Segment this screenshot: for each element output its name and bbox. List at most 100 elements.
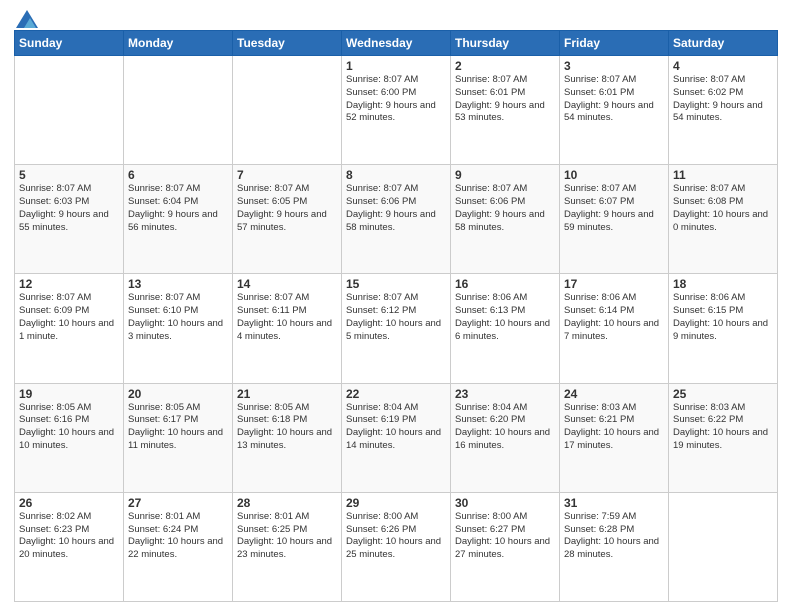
- day-info: Sunrise: 8:07 AM Sunset: 6:04 PM Dayligh…: [128, 183, 228, 234]
- calendar-cell: 15Sunrise: 8:07 AM Sunset: 6:12 PM Dayli…: [342, 274, 451, 383]
- day-info: Sunrise: 8:05 AM Sunset: 6:18 PM Dayligh…: [237, 402, 337, 453]
- day-number: 17: [564, 277, 664, 291]
- calendar-cell: 27Sunrise: 8:01 AM Sunset: 6:24 PM Dayli…: [124, 492, 233, 601]
- calendar-cell: 2Sunrise: 8:07 AM Sunset: 6:01 PM Daylig…: [451, 56, 560, 165]
- day-info: Sunrise: 8:07 AM Sunset: 6:09 PM Dayligh…: [19, 292, 119, 343]
- weekday-header-monday: Monday: [124, 31, 233, 56]
- day-info: Sunrise: 8:07 AM Sunset: 6:00 PM Dayligh…: [346, 74, 446, 125]
- calendar-cell: 18Sunrise: 8:06 AM Sunset: 6:15 PM Dayli…: [669, 274, 778, 383]
- calendar-cell: 14Sunrise: 8:07 AM Sunset: 6:11 PM Dayli…: [233, 274, 342, 383]
- calendar-cell: 5Sunrise: 8:07 AM Sunset: 6:03 PM Daylig…: [15, 165, 124, 274]
- weekday-header-thursday: Thursday: [451, 31, 560, 56]
- calendar-cell: 16Sunrise: 8:06 AM Sunset: 6:13 PM Dayli…: [451, 274, 560, 383]
- calendar-cell: 7Sunrise: 8:07 AM Sunset: 6:05 PM Daylig…: [233, 165, 342, 274]
- weekday-header-sunday: Sunday: [15, 31, 124, 56]
- day-info: Sunrise: 8:07 AM Sunset: 6:05 PM Dayligh…: [237, 183, 337, 234]
- day-info: Sunrise: 8:00 AM Sunset: 6:26 PM Dayligh…: [346, 511, 446, 562]
- day-info: Sunrise: 8:07 AM Sunset: 6:08 PM Dayligh…: [673, 183, 773, 234]
- day-number: 6: [128, 168, 228, 182]
- week-row-2: 5Sunrise: 8:07 AM Sunset: 6:03 PM Daylig…: [15, 165, 778, 274]
- calendar-cell: 22Sunrise: 8:04 AM Sunset: 6:19 PM Dayli…: [342, 383, 451, 492]
- day-number: 5: [19, 168, 119, 182]
- day-number: 10: [564, 168, 664, 182]
- day-info: Sunrise: 8:07 AM Sunset: 6:01 PM Dayligh…: [455, 74, 555, 125]
- calendar-cell: 20Sunrise: 8:05 AM Sunset: 6:17 PM Dayli…: [124, 383, 233, 492]
- calendar-cell: 13Sunrise: 8:07 AM Sunset: 6:10 PM Dayli…: [124, 274, 233, 383]
- day-number: 23: [455, 387, 555, 401]
- day-number: 27: [128, 496, 228, 510]
- day-number: 16: [455, 277, 555, 291]
- day-number: 26: [19, 496, 119, 510]
- day-info: Sunrise: 8:01 AM Sunset: 6:25 PM Dayligh…: [237, 511, 337, 562]
- day-info: Sunrise: 8:07 AM Sunset: 6:03 PM Dayligh…: [19, 183, 119, 234]
- day-number: 13: [128, 277, 228, 291]
- calendar-cell: 17Sunrise: 8:06 AM Sunset: 6:14 PM Dayli…: [560, 274, 669, 383]
- header: [14, 10, 778, 24]
- day-number: 9: [455, 168, 555, 182]
- calendar-cell: 10Sunrise: 8:07 AM Sunset: 6:07 PM Dayli…: [560, 165, 669, 274]
- day-number: 11: [673, 168, 773, 182]
- calendar-cell: 12Sunrise: 8:07 AM Sunset: 6:09 PM Dayli…: [15, 274, 124, 383]
- calendar-cell: [124, 56, 233, 165]
- page: SundayMondayTuesdayWednesdayThursdayFrid…: [0, 0, 792, 612]
- day-number: 19: [19, 387, 119, 401]
- calendar-cell: 31Sunrise: 7:59 AM Sunset: 6:28 PM Dayli…: [560, 492, 669, 601]
- calendar-cell: 26Sunrise: 8:02 AM Sunset: 6:23 PM Dayli…: [15, 492, 124, 601]
- calendar-cell: 4Sunrise: 8:07 AM Sunset: 6:02 PM Daylig…: [669, 56, 778, 165]
- calendar-cell: 6Sunrise: 8:07 AM Sunset: 6:04 PM Daylig…: [124, 165, 233, 274]
- day-info: Sunrise: 8:07 AM Sunset: 6:10 PM Dayligh…: [128, 292, 228, 343]
- calendar-cell: 9Sunrise: 8:07 AM Sunset: 6:06 PM Daylig…: [451, 165, 560, 274]
- day-number: 22: [346, 387, 446, 401]
- week-row-3: 12Sunrise: 8:07 AM Sunset: 6:09 PM Dayli…: [15, 274, 778, 383]
- day-info: Sunrise: 8:07 AM Sunset: 6:07 PM Dayligh…: [564, 183, 664, 234]
- day-number: 18: [673, 277, 773, 291]
- day-number: 28: [237, 496, 337, 510]
- weekday-header-friday: Friday: [560, 31, 669, 56]
- calendar-cell: 24Sunrise: 8:03 AM Sunset: 6:21 PM Dayli…: [560, 383, 669, 492]
- calendar-cell: 28Sunrise: 8:01 AM Sunset: 6:25 PM Dayli…: [233, 492, 342, 601]
- day-info: Sunrise: 8:01 AM Sunset: 6:24 PM Dayligh…: [128, 511, 228, 562]
- day-number: 7: [237, 168, 337, 182]
- day-number: 4: [673, 59, 773, 73]
- day-number: 31: [564, 496, 664, 510]
- day-info: Sunrise: 7:59 AM Sunset: 6:28 PM Dayligh…: [564, 511, 664, 562]
- logo-icon: [16, 10, 38, 28]
- day-number: 15: [346, 277, 446, 291]
- week-row-5: 26Sunrise: 8:02 AM Sunset: 6:23 PM Dayli…: [15, 492, 778, 601]
- day-info: Sunrise: 8:07 AM Sunset: 6:06 PM Dayligh…: [346, 183, 446, 234]
- day-info: Sunrise: 8:07 AM Sunset: 6:02 PM Dayligh…: [673, 74, 773, 125]
- day-number: 2: [455, 59, 555, 73]
- calendar-cell: 19Sunrise: 8:05 AM Sunset: 6:16 PM Dayli…: [15, 383, 124, 492]
- calendar-cell: 25Sunrise: 8:03 AM Sunset: 6:22 PM Dayli…: [669, 383, 778, 492]
- calendar-cell: 23Sunrise: 8:04 AM Sunset: 6:20 PM Dayli…: [451, 383, 560, 492]
- weekday-header-tuesday: Tuesday: [233, 31, 342, 56]
- day-info: Sunrise: 8:07 AM Sunset: 6:01 PM Dayligh…: [564, 74, 664, 125]
- day-info: Sunrise: 8:04 AM Sunset: 6:20 PM Dayligh…: [455, 402, 555, 453]
- calendar-cell: 30Sunrise: 8:00 AM Sunset: 6:27 PM Dayli…: [451, 492, 560, 601]
- day-number: 29: [346, 496, 446, 510]
- day-info: Sunrise: 8:07 AM Sunset: 6:12 PM Dayligh…: [346, 292, 446, 343]
- day-info: Sunrise: 8:05 AM Sunset: 6:16 PM Dayligh…: [19, 402, 119, 453]
- day-info: Sunrise: 8:07 AM Sunset: 6:06 PM Dayligh…: [455, 183, 555, 234]
- day-info: Sunrise: 8:02 AM Sunset: 6:23 PM Dayligh…: [19, 511, 119, 562]
- day-number: 30: [455, 496, 555, 510]
- day-info: Sunrise: 8:00 AM Sunset: 6:27 PM Dayligh…: [455, 511, 555, 562]
- day-info: Sunrise: 8:07 AM Sunset: 6:11 PM Dayligh…: [237, 292, 337, 343]
- logo: [14, 10, 38, 24]
- weekday-header-wednesday: Wednesday: [342, 31, 451, 56]
- day-info: Sunrise: 8:04 AM Sunset: 6:19 PM Dayligh…: [346, 402, 446, 453]
- day-info: Sunrise: 8:06 AM Sunset: 6:15 PM Dayligh…: [673, 292, 773, 343]
- day-number: 3: [564, 59, 664, 73]
- week-row-1: 1Sunrise: 8:07 AM Sunset: 6:00 PM Daylig…: [15, 56, 778, 165]
- calendar-cell: 8Sunrise: 8:07 AM Sunset: 6:06 PM Daylig…: [342, 165, 451, 274]
- calendar-cell: 21Sunrise: 8:05 AM Sunset: 6:18 PM Dayli…: [233, 383, 342, 492]
- calendar-cell: 11Sunrise: 8:07 AM Sunset: 6:08 PM Dayli…: [669, 165, 778, 274]
- day-number: 14: [237, 277, 337, 291]
- day-number: 1: [346, 59, 446, 73]
- day-number: 21: [237, 387, 337, 401]
- weekday-header-saturday: Saturday: [669, 31, 778, 56]
- calendar-cell: [669, 492, 778, 601]
- calendar-cell: [233, 56, 342, 165]
- day-number: 20: [128, 387, 228, 401]
- calendar-cell: [15, 56, 124, 165]
